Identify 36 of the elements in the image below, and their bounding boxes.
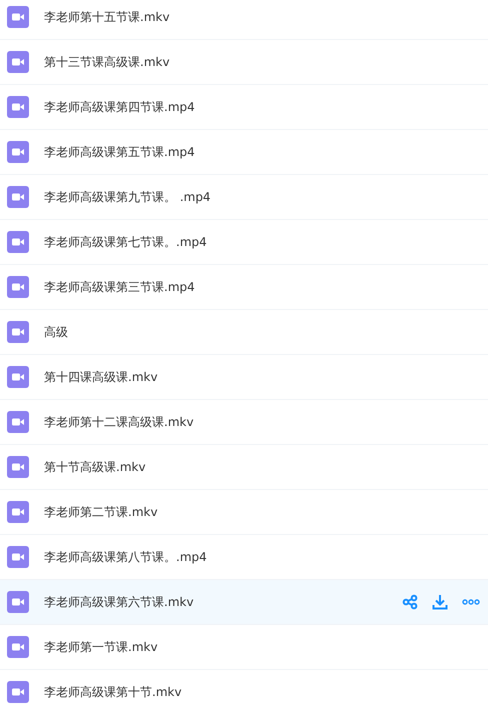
video-file-icon: [7, 96, 29, 118]
video-file-icon: [7, 501, 29, 523]
file-name: 李老师高级课第十节.mkv: [44, 684, 183, 700]
video-file-icon: [7, 546, 29, 568]
video-file-icon: [7, 6, 29, 28]
video-file-icon: [7, 321, 29, 343]
download-icon[interactable]: [432, 594, 448, 610]
file-name: 第十四课高级课.mkv: [44, 368, 159, 386]
file-name: 第十三节课高级课.mkv: [44, 54, 171, 70]
file-name: 李老师高级课第八节课。.mp4: [44, 548, 208, 566]
file-name: 李老师高级课第四节课.mp4: [44, 98, 196, 116]
file-name: 第十节高级课.mkv: [44, 458, 147, 476]
file-name: 高级: [44, 324, 69, 340]
file-name: 李老师第十二课高级课.mkv: [44, 414, 195, 430]
video-file-icon: [7, 456, 29, 478]
file-name: 李老师第一节课.mkv: [44, 638, 159, 656]
video-file-icon: [7, 411, 29, 433]
video-file-icon: [7, 186, 29, 208]
share-icon[interactable]: [402, 594, 418, 610]
file-name: 李老师第十五节课.mkv: [44, 8, 171, 26]
file-name: 李老师高级课第五节课.mp4: [44, 144, 196, 160]
video-file-icon: [7, 51, 29, 73]
video-file-icon: [7, 636, 29, 658]
video-file-icon: [7, 591, 29, 613]
file-name: 李老师高级课第六节课.mkv: [44, 594, 195, 610]
file-name: 李老师第二节课.mkv: [44, 504, 159, 520]
file-name: 李老师高级课第三节课.mp4: [44, 278, 196, 296]
file-name: 李老师高级课第九节课。 .mp4: [44, 188, 212, 206]
video-file-icon: [7, 681, 29, 703]
video-file-icon: [7, 231, 29, 253]
more-icon[interactable]: [462, 599, 480, 605]
file-row[interactable]: 李老师高级课第六节课.mkv: [0, 580, 488, 625]
file-name: 李老师高级课第七节课。.mp4: [44, 234, 208, 250]
video-file-icon: [7, 276, 29, 298]
video-file-icon: [7, 141, 29, 163]
video-file-icon: [7, 366, 29, 388]
